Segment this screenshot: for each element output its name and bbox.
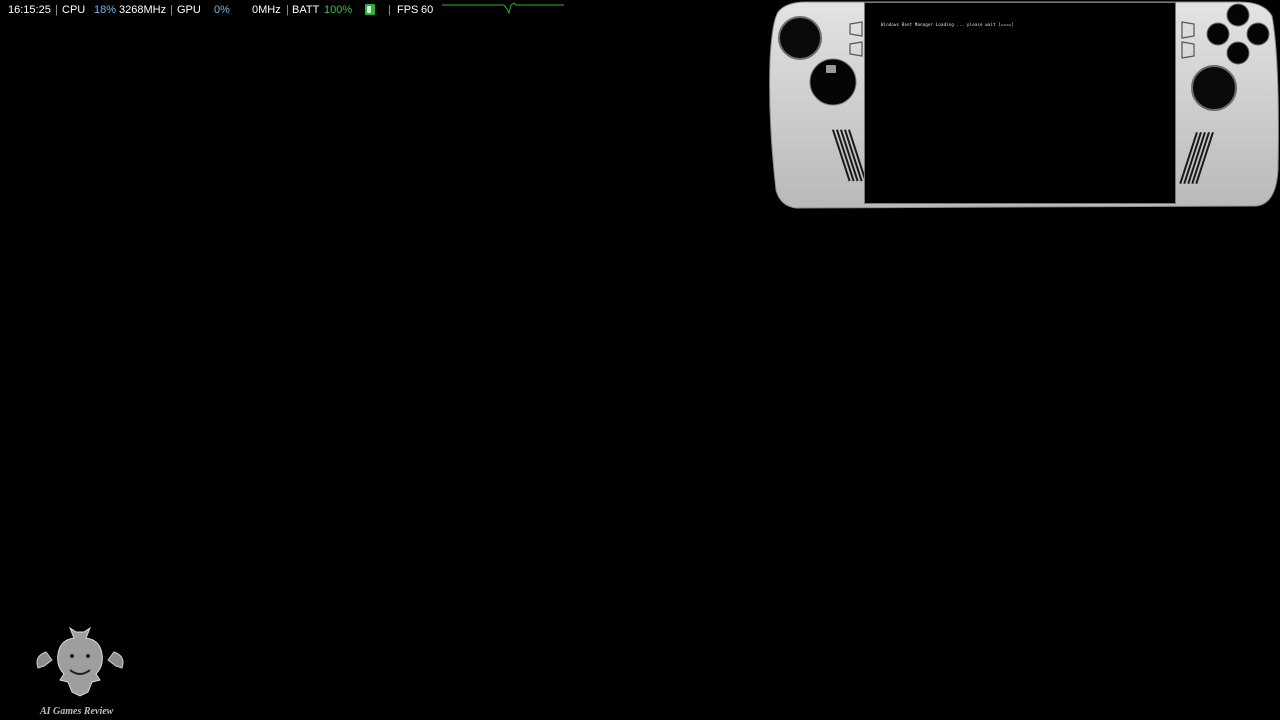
- video-frame: 16:15:25 | CPU 18% 3268MHz | GPU 0% 0MHz…: [0, 0, 1280, 720]
- osd-cpu-load: 18%: [94, 4, 117, 16]
- frametime-graph: [442, 2, 564, 15]
- osd-separator: |: [55, 4, 58, 16]
- osd-separator: |: [286, 4, 289, 16]
- panther-logo-icon: [36, 626, 124, 697]
- osd-cpu-clock: 3268MHz: [119, 4, 167, 16]
- osd-gpu-label: GPU: [177, 4, 201, 16]
- right-thumbstick-icon: [1191, 65, 1237, 111]
- osd-fps-label: FPS: [397, 4, 419, 16]
- osd-separator: |: [170, 4, 173, 16]
- osd-fps-value: 60: [421, 4, 434, 16]
- osd-batt-label: BATT: [292, 4, 320, 16]
- left-thumbstick-icon: [778, 16, 822, 60]
- osd-time: 16:15:25: [8, 4, 51, 16]
- console-screen: Windows Boot Manager Loading ... please …: [864, 2, 1176, 204]
- boot-screen-text: Windows Boot Manager Loading ... please …: [881, 22, 1015, 27]
- osd-separator: |: [388, 4, 391, 16]
- osd-gpu-load: 0%: [214, 4, 230, 16]
- battery-icon: [365, 4, 375, 15]
- channel-watermark: AI Games Review: [30, 626, 130, 720]
- osd-gpu-clock: 0MHz: [252, 4, 281, 16]
- watermark-text: AI Games Review: [40, 706, 114, 717]
- osd-batt-level: 100%: [324, 4, 353, 16]
- performance-overlay: 16:15:25 | CPU 18% 3268MHz | GPU 0% 0MHz…: [0, 0, 570, 20]
- handheld-console: Windows Boot Manager Loading ... please …: [766, 0, 1280, 210]
- osd-cpu-label: CPU: [62, 4, 86, 16]
